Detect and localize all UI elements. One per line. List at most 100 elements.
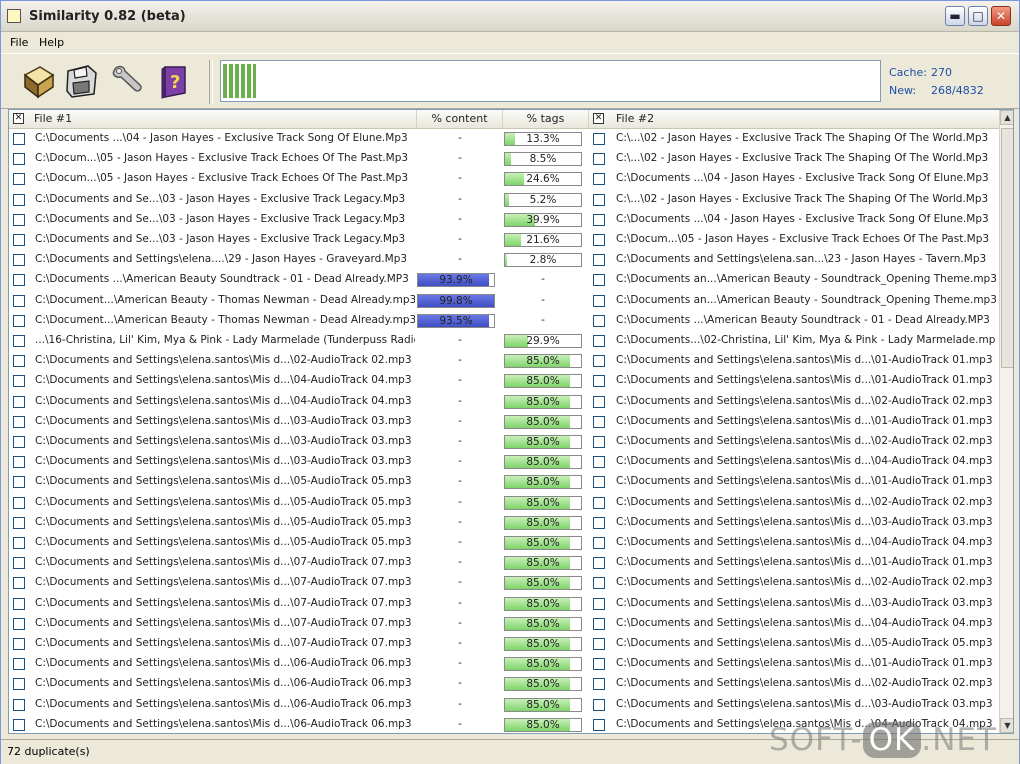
open-folder-button[interactable] <box>19 60 59 102</box>
file2-checkbox[interactable] <box>593 396 605 408</box>
file1-checkbox[interactable] <box>13 476 25 488</box>
file2-checkbox[interactable] <box>593 274 605 286</box>
table-row[interactable]: C:\Documents and Settings\elena.santos\M… <box>9 371 999 391</box>
select-all-checkbox-1[interactable]: ✕ <box>13 113 24 124</box>
file2-checkbox[interactable] <box>593 153 605 165</box>
file1-checkbox[interactable] <box>13 274 25 286</box>
file2-checkbox[interactable] <box>593 699 605 711</box>
column-file2[interactable]: ✕ File #2 <box>589 110 999 128</box>
file2-checkbox[interactable] <box>593 214 605 226</box>
menu-help[interactable]: Help <box>39 36 64 49</box>
vertical-scrollbar[interactable]: ▲ ▼ <box>999 110 1013 733</box>
file2-checkbox[interactable] <box>593 618 605 630</box>
file2-checkbox[interactable] <box>593 295 605 307</box>
file2-checkbox[interactable] <box>593 719 605 731</box>
table-row[interactable]: C:\Documents and Settings\elena.santos\M… <box>9 553 999 573</box>
table-row[interactable]: C:\Documents and Settings\elena.santos\M… <box>9 695 999 715</box>
file1-checkbox[interactable] <box>13 295 25 307</box>
file2-checkbox[interactable] <box>593 537 605 549</box>
table-row[interactable]: C:\Documents and Se...\03 - Jason Hayes … <box>9 210 999 230</box>
file2-checkbox[interactable] <box>593 557 605 569</box>
help-button[interactable]: ? <box>154 60 194 102</box>
file2-checkbox[interactable] <box>593 497 605 509</box>
file2-checkbox[interactable] <box>593 517 605 529</box>
file2-checkbox[interactable] <box>593 355 605 367</box>
file1-checkbox[interactable] <box>13 719 25 731</box>
file2-checkbox[interactable] <box>593 456 605 468</box>
table-row[interactable]: C:\Documents and Settings\elena.santos\M… <box>9 674 999 694</box>
table-row[interactable]: C:\Documents ...\04 - Jason Hayes - Excl… <box>9 129 999 149</box>
file2-checkbox[interactable] <box>593 416 605 428</box>
file1-checkbox[interactable] <box>13 658 25 670</box>
file1-checkbox[interactable] <box>13 194 25 206</box>
file1-checkbox[interactable] <box>13 254 25 266</box>
table-row[interactable]: C:\Docum...\05 - Jason Hayes - Exclusive… <box>9 149 999 169</box>
table-row[interactable]: C:\Documents and Settings\elena.santos\M… <box>9 533 999 553</box>
file1-checkbox[interactable] <box>13 638 25 650</box>
table-row[interactable]: C:\Documents and Settings\elena.santos\M… <box>9 392 999 412</box>
table-row[interactable]: C:\Documents and Settings\elena.santos\M… <box>9 573 999 593</box>
column-content[interactable]: % content <box>417 110 503 128</box>
table-row[interactable]: ...\16-Christina, Lil' Kim, Mya & Pink -… <box>9 331 999 351</box>
table-row[interactable]: C:\Documents and Settings\elena.santos\M… <box>9 634 999 654</box>
file1-checkbox[interactable] <box>13 618 25 630</box>
file1-checkbox[interactable] <box>13 598 25 610</box>
table-row[interactable]: C:\Documents and Settings\elena.santos\M… <box>9 452 999 472</box>
scroll-down-arrow-icon[interactable]: ▼ <box>1000 718 1013 733</box>
table-row[interactable]: C:\Documents and Settings\elena.santos\M… <box>9 513 999 533</box>
file1-checkbox[interactable] <box>13 436 25 448</box>
file1-checkbox[interactable] <box>13 416 25 428</box>
file1-checkbox[interactable] <box>13 396 25 408</box>
file2-checkbox[interactable] <box>593 436 605 448</box>
file2-checkbox[interactable] <box>593 194 605 206</box>
select-all-checkbox-2[interactable]: ✕ <box>593 113 604 124</box>
table-row[interactable]: C:\Documents and Settings\elena.santos\M… <box>9 493 999 513</box>
column-tags[interactable]: % tags <box>503 110 589 128</box>
file1-checkbox[interactable] <box>13 214 25 226</box>
file1-checkbox[interactable] <box>13 173 25 185</box>
table-row[interactable]: C:\Documents and Settings\elena.santos\M… <box>9 472 999 492</box>
file1-checkbox[interactable] <box>13 315 25 327</box>
file1-checkbox[interactable] <box>13 557 25 569</box>
title-bar[interactable]: Similarity 0.82 (beta) ▬ □ ✕ <box>1 1 1019 32</box>
minimize-button[interactable]: ▬ <box>945 6 965 26</box>
table-row[interactable]: C:\Docum...\05 - Jason Hayes - Exclusive… <box>9 169 999 189</box>
file1-checkbox[interactable] <box>13 355 25 367</box>
file1-checkbox[interactable] <box>13 537 25 549</box>
file2-checkbox[interactable] <box>593 678 605 690</box>
table-row[interactable]: C:\Documents and Settings\elena.santos\M… <box>9 432 999 452</box>
table-row[interactable]: C:\Documents and Se...\03 - Jason Hayes … <box>9 190 999 210</box>
file1-checkbox[interactable] <box>13 234 25 246</box>
table-row[interactable]: C:\Documents and Settings\elena.santos\M… <box>9 614 999 634</box>
scroll-thumb[interactable] <box>1001 128 1013 368</box>
file1-checkbox[interactable] <box>13 133 25 145</box>
column-file1[interactable]: ✕ File #1 <box>9 110 417 128</box>
table-row[interactable]: C:\Documents and Settings\elena.santos\M… <box>9 594 999 614</box>
table-row[interactable]: C:\Documents and Settings\elena.santos\M… <box>9 351 999 371</box>
menu-file[interactable]: File <box>10 36 28 49</box>
table-row[interactable]: C:\Documents ...\American Beauty Soundtr… <box>9 270 999 290</box>
table-row[interactable]: C:\Documents and Settings\elena.santos\M… <box>9 412 999 432</box>
file2-checkbox[interactable] <box>593 315 605 327</box>
file2-checkbox[interactable] <box>593 173 605 185</box>
table-row[interactable]: C:\Document...\American Beauty - Thomas … <box>9 291 999 311</box>
close-button[interactable]: ✕ <box>991 6 1011 26</box>
file1-checkbox[interactable] <box>13 577 25 589</box>
file2-checkbox[interactable] <box>593 598 605 610</box>
table-row[interactable]: C:\Document...\American Beauty - Thomas … <box>9 311 999 331</box>
file1-checkbox[interactable] <box>13 153 25 165</box>
file2-checkbox[interactable] <box>593 638 605 650</box>
file2-checkbox[interactable] <box>593 375 605 387</box>
settings-button[interactable] <box>107 60 147 102</box>
maximize-button[interactable]: □ <box>968 6 988 26</box>
file1-checkbox[interactable] <box>13 497 25 509</box>
file1-checkbox[interactable] <box>13 699 25 711</box>
file2-checkbox[interactable] <box>593 577 605 589</box>
file1-checkbox[interactable] <box>13 335 25 347</box>
file1-checkbox[interactable] <box>13 375 25 387</box>
save-button[interactable] <box>61 60 101 102</box>
file2-checkbox[interactable] <box>593 254 605 266</box>
file2-checkbox[interactable] <box>593 476 605 488</box>
scroll-up-arrow-icon[interactable]: ▲ <box>1000 110 1013 125</box>
file2-checkbox[interactable] <box>593 658 605 670</box>
